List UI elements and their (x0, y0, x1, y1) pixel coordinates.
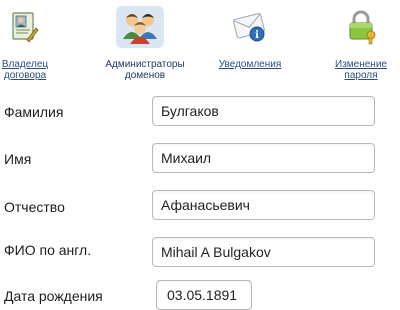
form-row-patronymic: Отчество Афанасьевич (0, 190, 400, 222)
patronymic-label: Отчество (4, 199, 65, 215)
form-row-first-name: Имя Михаил (0, 143, 400, 175)
birth-date-label: Дата рождения (4, 288, 103, 304)
notifications-icon: i (226, 6, 274, 48)
birth-date-input[interactable]: 03.05.1891 (156, 280, 252, 310)
tab-notifications[interactable]: i Уведомления (212, 0, 288, 84)
last-name-label: Фамилия (4, 104, 64, 120)
change-password-icon (337, 6, 385, 48)
tab-domain-admins-label[interactable]: Администраторы доменов (95, 59, 195, 81)
contract-owner-icon (0, 6, 48, 48)
name-en-label: ФИО по англ. (4, 242, 92, 258)
name-en-input[interactable]: Mihail A Bulgakov (152, 237, 375, 267)
first-name-input[interactable]: Михаил (152, 143, 375, 173)
first-name-label: Имя (4, 151, 32, 167)
tab-notifications-label[interactable]: Уведомления (212, 59, 288, 70)
tab-contract-owner[interactable]: Владелец договора (0, 0, 50, 84)
svg-text:i: i (255, 30, 259, 41)
domain-admins-icon (116, 6, 164, 48)
form-row-name-en: ФИО по англ. Mihail A Bulgakov (0, 237, 400, 269)
tab-change-password[interactable]: Изменение пароля (326, 0, 396, 84)
patronymic-input[interactable]: Афанасьевич (152, 190, 375, 220)
last-name-input[interactable]: Булгаков (152, 96, 375, 126)
tab-change-password-label[interactable]: Изменение пароля (326, 59, 396, 81)
tab-contract-owner-label[interactable]: Владелец договора (0, 59, 50, 81)
form-row-birth-date: Дата рождения 03.05.1891 (0, 280, 400, 310)
form-row-last-name: Фамилия Булгаков (0, 96, 400, 128)
tab-domain-admins[interactable]: Администраторы доменов (95, 0, 195, 84)
profile-tabs: Владелец договора Администраторы доменов (0, 0, 400, 90)
